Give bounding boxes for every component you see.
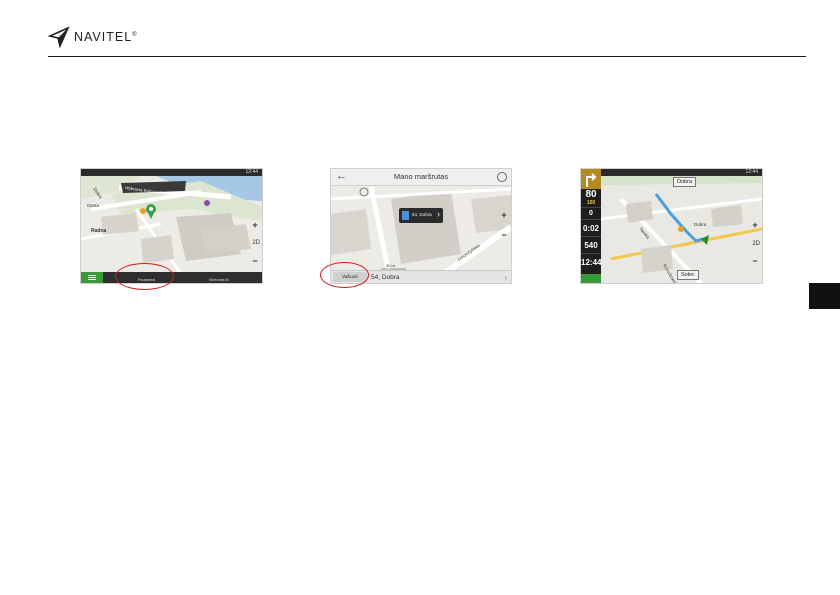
street-label: Radna [91,228,107,234]
navigation-info-panel: 80 100 0 0:02 540 12:44 [581,169,601,283]
pin-icon [402,211,409,220]
route-to-label[interactable]: Maršrutas iki [209,278,229,282]
screenshot-navigation: Tamka Kruczkowskiego Dobra 12:44 80 100 … [580,168,763,284]
title-bar: ← Mano maršrutas [331,169,511,186]
chevron-right-icon: › [437,209,440,219]
time-remaining: 0:02 [581,219,601,237]
settings-icon[interactable] [497,172,507,182]
street-callout: Sołec [677,270,699,280]
distance-remaining: 540 [581,236,601,254]
zoom-in-button[interactable]: + [751,221,759,230]
zoom-in-button[interactable]: + [251,221,259,230]
street-callout: Dobra [673,177,696,187]
popup-address: 54, Dobra [412,212,432,217]
menu-button[interactable] [81,272,103,283]
brand-name: NAVITEL® [74,30,138,44]
zoom-in-button[interactable]: + [500,211,508,220]
street-label: Dobra [694,222,707,227]
scale-label: 30 m [386,263,396,268]
zoom-out-button[interactable]: − [251,257,259,266]
status-bar: 12:44 [581,169,762,176]
view-mode-toggle[interactable]: 2D [252,240,260,246]
destination-address: 54, Dobra [371,274,400,281]
page-title: Mano maršrutas [393,172,449,181]
zoom-out-button[interactable]: − [751,257,759,266]
screenshot-map-point: Wybrzeże Kościuszkowskie Gęsta Radna Dob… [80,168,263,284]
map-view: Wybrzeże Kościuszkowskie Gęsta Radna Dob… [81,169,262,283]
menu-button[interactable] [581,274,601,283]
page-side-tab [809,283,840,309]
current-speed: 80 [585,189,597,200]
navitel-logo-icon [48,26,70,48]
street-label: Gęsta [87,203,100,208]
map-view: Tamka Kruczkowskiego Dobra [581,169,762,283]
highlight-circle [320,262,369,288]
address-popup[interactable]: 54, Dobra › [399,208,443,223]
header-divider [48,56,806,57]
status-bar: 12:44 [81,169,262,176]
turn-arrow-icon [581,169,601,189]
chevron-right-icon[interactable]: › [505,275,507,282]
clock: 12:44 [581,253,601,272]
header: NAVITEL® [48,24,138,50]
view-mode-toggle[interactable]: 2D [752,241,760,247]
zoom-out-button[interactable]: − [500,231,508,240]
speed-limit: 100 [586,200,596,206]
highlight-circle [115,263,174,290]
